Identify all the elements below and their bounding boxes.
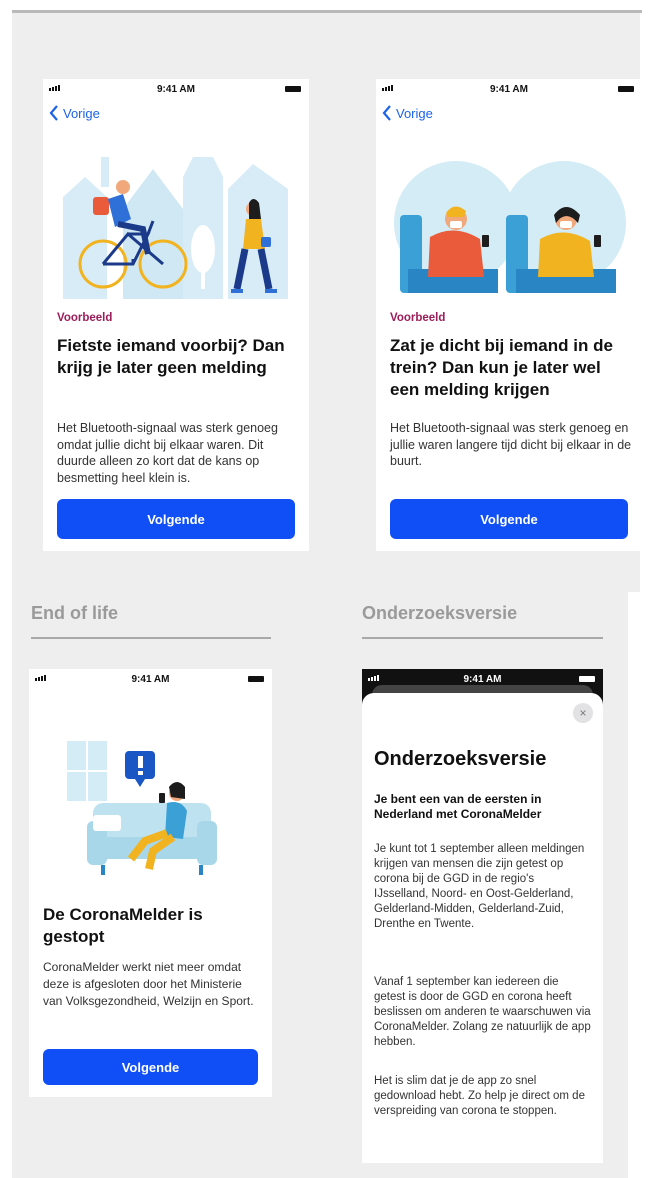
back-label: Vorige <box>396 105 433 121</box>
heading: Zat je dicht bij iemand in de trein? Dan… <box>390 336 613 399</box>
screen-train: 9:41 AM Vorige Voorbeeld Zat je dicht bi… <box>376 79 642 551</box>
paragraph-2: Vanaf 1 september kan iedereen die getes… <box>374 976 591 1048</box>
back-button[interactable]: Vorige <box>49 105 100 121</box>
heading: De CoronaMelder is gestopt <box>43 905 203 946</box>
section-divider <box>362 637 603 639</box>
screen-bike: 9:41 AM Vorige Voorbeeld Fietste iemand … <box>43 79 309 551</box>
section-title-research: Onderzoeksversie <box>362 603 518 623</box>
artboard-gap <box>628 592 668 1178</box>
status-bar: 9:41 AM <box>43 79 309 99</box>
body-text: CoronaMelder werkt niet meer omdat deze … <box>43 960 254 1008</box>
bike-illustration <box>63 157 288 299</box>
modal-subtitle: Je bent een van de eersten in Nederland … <box>374 792 542 821</box>
battery-icon <box>579 676 595 682</box>
status-time: 9:41 AM <box>490 84 528 95</box>
status-time: 9:41 AM <box>131 674 170 685</box>
close-icon[interactable]: × <box>573 703 593 723</box>
section-title-end-of-life: End of life <box>31 603 118 623</box>
body-text: Het Bluetooth-signaal was sterk genoeg e… <box>390 421 632 468</box>
back-label: Vorige <box>63 105 100 121</box>
status-time: 9:41 AM <box>463 674 502 685</box>
artboard-top-line <box>12 10 642 13</box>
status-bar: 9:41 AM <box>29 669 272 689</box>
status-bar: 9:41 AM <box>376 79 642 99</box>
battery-icon <box>285 86 301 92</box>
battery-icon <box>618 86 634 92</box>
chevron-left-icon <box>382 105 391 121</box>
section-divider <box>31 637 271 639</box>
next-button[interactable]: Volgende <box>57 499 295 539</box>
next-button[interactable]: Volgende <box>390 499 628 539</box>
chevron-left-icon <box>49 105 58 121</box>
screen-research: 9:41 AM × Onderzoeksversie Je bent een v… <box>362 669 603 1163</box>
heading: Fietste iemand voorbij? Dan krijg je lat… <box>57 336 285 377</box>
next-button[interactable]: Volgende <box>43 1049 258 1085</box>
modal-title: Onderzoeksversie <box>374 748 547 770</box>
example-tag: Voorbeeld <box>390 312 446 324</box>
battery-icon <box>248 676 264 682</box>
body-text: Het Bluetooth-signaal was sterk genoeg o… <box>57 421 278 485</box>
sofa-illustration <box>67 741 217 875</box>
back-button[interactable]: Vorige <box>382 105 433 121</box>
screen-end-of-life: 9:41 AM De CoronaMelder is gestopt Coron… <box>29 669 272 1097</box>
modal-sheet: × Onderzoeksversie Je bent een van de ee… <box>362 693 603 1163</box>
train-illustration <box>394 161 626 293</box>
status-time: 9:41 AM <box>157 84 195 95</box>
paragraph-1: Je kunt tot 1 september alleen meldingen… <box>374 843 585 930</box>
paragraph-3: Het is slim dat je de app zo snel gedown… <box>374 1075 585 1117</box>
example-tag: Voorbeeld <box>57 312 113 324</box>
